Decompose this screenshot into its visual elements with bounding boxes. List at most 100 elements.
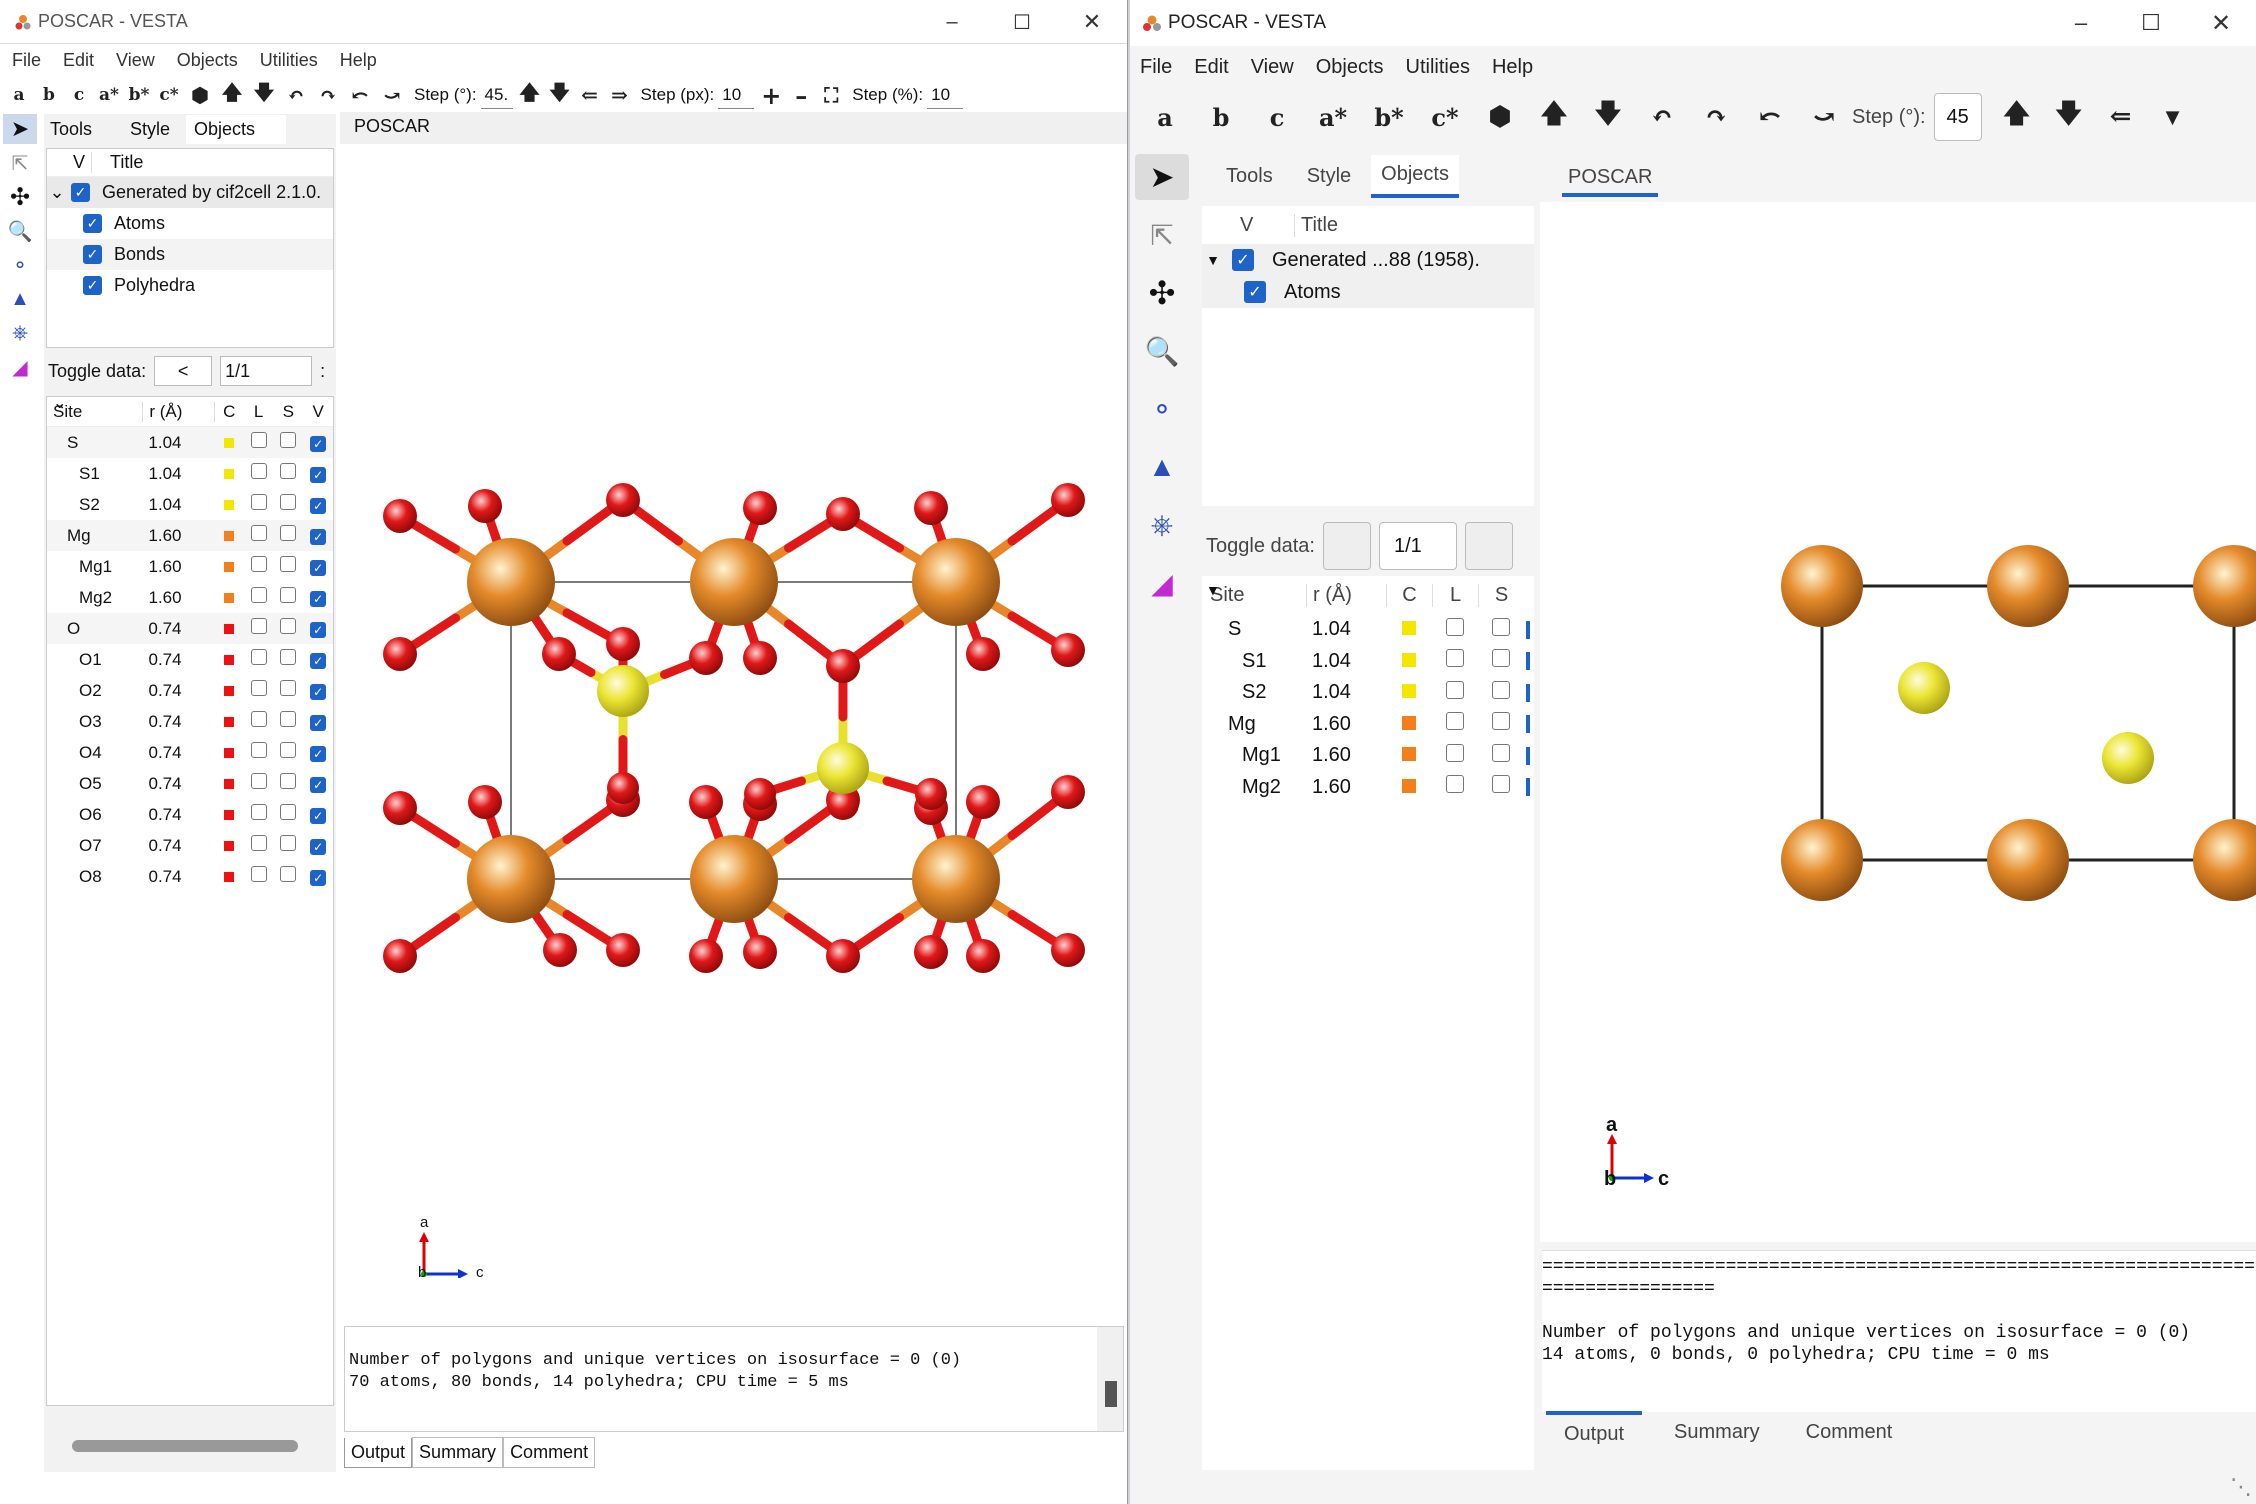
- site-color-cell[interactable]: [214, 743, 244, 763]
- site-color-cell[interactable]: [1386, 650, 1432, 673]
- site-color-cell[interactable]: [214, 681, 244, 701]
- site-color-cell[interactable]: [214, 805, 244, 825]
- dihedral-tool-icon[interactable]: ⎈: [3, 318, 37, 348]
- distance-tool-icon[interactable]: ⚬: [3, 250, 37, 280]
- site-show-checkbox[interactable]: [1492, 680, 1510, 699]
- dihedral-tool-icon[interactable]: ⎈: [1135, 502, 1189, 548]
- site-color-cell[interactable]: [1386, 681, 1432, 704]
- left-structure-view[interactable]: a b c: [344, 144, 1124, 1318]
- site-label-checkbox[interactable]: [250, 494, 267, 510]
- site-show-checkbox[interactable]: [280, 494, 297, 510]
- object-checkbox[interactable]: ✓: [1244, 281, 1266, 303]
- polyhedron-icon[interactable]: ⬢: [186, 80, 214, 110]
- site-show-checkbox[interactable]: [280, 773, 297, 789]
- site-visible-edge[interactable]: [1526, 746, 1530, 765]
- menu-utilities[interactable]: Utilities: [1406, 56, 1470, 79]
- site-row[interactable]: O1 0.74 ✓: [47, 644, 333, 675]
- toggle-next-button[interactable]: [1464, 522, 1513, 570]
- site-show-checkbox[interactable]: [280, 649, 297, 665]
- site-row[interactable]: Mg1 1.60 ✓: [47, 551, 333, 582]
- site-show-checkbox[interactable]: [280, 804, 297, 820]
- object-checkbox[interactable]: ✓: [83, 276, 102, 295]
- site-color-cell[interactable]: [214, 619, 244, 639]
- site-color-cell[interactable]: [214, 464, 244, 484]
- site-color-cell[interactable]: [214, 712, 244, 732]
- site-show-checkbox[interactable]: [1492, 617, 1510, 636]
- move-right-icon[interactable]: ⇒: [607, 80, 633, 110]
- menu-view[interactable]: View: [1251, 56, 1294, 79]
- site-row[interactable]: S2 1.04 ✓: [47, 489, 333, 520]
- site-show-checkbox[interactable]: [280, 680, 297, 696]
- rotate-left-icon[interactable]: ↶: [282, 80, 310, 110]
- site-label-checkbox[interactable]: [250, 680, 267, 696]
- site-show-checkbox[interactable]: [280, 742, 297, 758]
- move-left-icon[interactable]: ⇐: [2104, 97, 2138, 137]
- site-row[interactable]: S2 1.04: [1202, 677, 1534, 709]
- site-label-checkbox[interactable]: [250, 711, 267, 727]
- site-label-checkbox[interactable]: [250, 525, 267, 541]
- view-c-star-button[interactable]: c*: [156, 80, 182, 110]
- menu-file[interactable]: File: [1140, 56, 1172, 79]
- site-label-checkbox[interactable]: [1446, 743, 1464, 762]
- rotate-right-icon[interactable]: ↷: [1698, 97, 1734, 137]
- translate-tool-icon[interactable]: ✣: [3, 182, 37, 212]
- site-color-cell[interactable]: [214, 867, 244, 887]
- toggle-value-field[interactable]: 1/1: [1378, 522, 1457, 570]
- site-visible-checkbox[interactable]: ✓: [310, 590, 327, 607]
- magnify-tool-icon[interactable]: 🔍: [1135, 328, 1189, 374]
- site-visible-checkbox[interactable]: ✓: [310, 869, 327, 886]
- object-checkbox[interactable]: ✓: [1232, 249, 1254, 271]
- rotate-down-icon[interactable]: 🡇: [1590, 97, 1626, 137]
- site-show-checkbox[interactable]: [1492, 712, 1510, 731]
- site-row[interactable]: S1 1.04: [1202, 646, 1534, 678]
- move-down-icon[interactable]: 🡇: [547, 80, 573, 110]
- site-row[interactable]: Mg2 1.60 ✓: [47, 582, 333, 613]
- left-panel-scrollbar[interactable]: [72, 1440, 298, 1452]
- site-visible-edge[interactable]: [1526, 715, 1530, 734]
- site-visible-edge[interactable]: [1526, 778, 1530, 797]
- tab-summary[interactable]: Summary: [412, 1437, 504, 1468]
- site-row[interactable]: O8 0.74 ✓: [47, 861, 333, 892]
- rotate-up-icon[interactable]: 🡅: [218, 80, 246, 110]
- object-checkbox[interactable]: ✓: [71, 183, 90, 202]
- site-visible-checkbox[interactable]: ✓: [310, 745, 327, 762]
- select-tool-icon[interactable]: ➤: [3, 114, 37, 144]
- site-color-cell[interactable]: [214, 836, 244, 856]
- triangle-down-icon[interactable]: ▼: [1206, 582, 1220, 598]
- site-row[interactable]: O3 0.74 ✓: [47, 706, 333, 737]
- rotate-cw-icon[interactable]: ⤻: [1806, 97, 1842, 137]
- site-visible-checkbox[interactable]: ✓: [310, 652, 327, 669]
- tab-tools[interactable]: Tools: [1212, 157, 1287, 196]
- site-visible-checkbox[interactable]: ✓: [310, 559, 327, 576]
- site-show-checkbox[interactable]: [280, 463, 297, 479]
- right-structure-view[interactable]: a b c: [1540, 202, 2256, 1242]
- view-c-star-button[interactable]: c*: [1426, 97, 1464, 137]
- step-deg-input[interactable]: 45.: [480, 81, 513, 109]
- menu-help[interactable]: Help: [340, 50, 377, 71]
- rotate-ccw-icon[interactable]: ⤺: [346, 80, 374, 110]
- tab-summary[interactable]: Summary: [1660, 1413, 1774, 1452]
- view-c-button[interactable]: c: [1258, 97, 1296, 137]
- menu-utilities[interactable]: Utilities: [260, 50, 318, 71]
- site-visible-edge[interactable]: [1526, 652, 1530, 671]
- site-visible-edge[interactable]: [1526, 683, 1530, 702]
- tab-style[interactable]: Style: [124, 115, 186, 144]
- move-up-icon[interactable]: 🡅: [517, 80, 543, 110]
- site-color-cell[interactable]: [214, 588, 244, 608]
- menu-objects[interactable]: Objects: [1316, 56, 1384, 79]
- site-label-checkbox[interactable]: [250, 804, 267, 820]
- site-visible-checkbox[interactable]: ✓: [310, 838, 327, 855]
- site-visible-checkbox[interactable]: ✓: [310, 683, 327, 700]
- site-row[interactable]: O6 0.74 ✓: [47, 799, 333, 830]
- site-label-checkbox[interactable]: [1446, 775, 1464, 794]
- site-color-cell[interactable]: [214, 433, 244, 453]
- site-label-checkbox[interactable]: [250, 432, 267, 448]
- distance-tool-icon[interactable]: ⚬: [1135, 386, 1189, 432]
- site-label-checkbox[interactable]: [250, 835, 267, 851]
- site-visible-checkbox[interactable]: ✓: [310, 497, 327, 514]
- site-label-checkbox[interactable]: [250, 463, 267, 479]
- view-b-button[interactable]: b: [1202, 97, 1240, 137]
- site-show-checkbox[interactable]: [280, 556, 297, 572]
- lattice-plane-icon[interactable]: ◢: [1135, 560, 1189, 606]
- view-b-star-button[interactable]: b*: [1370, 97, 1408, 137]
